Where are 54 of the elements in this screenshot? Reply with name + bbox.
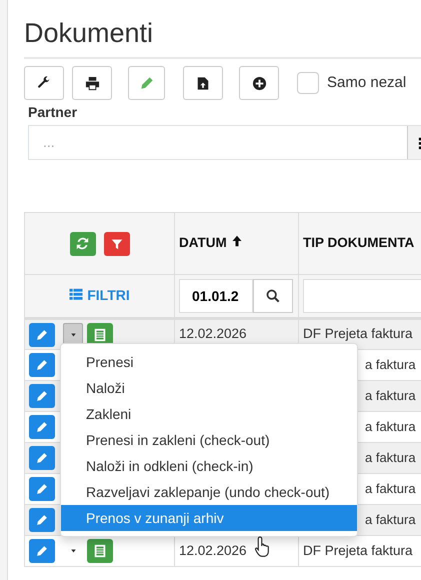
pencil-icon bbox=[36, 514, 48, 526]
file-upload-icon bbox=[196, 76, 210, 91]
funnel-icon bbox=[110, 238, 122, 250]
toolbar-button[interactable] bbox=[24, 66, 64, 100]
search-icon bbox=[266, 289, 280, 304]
menu-item[interactable]: Prenos v zunanji arhiv bbox=[61, 505, 357, 531]
pencil-icon bbox=[36, 359, 48, 372]
menu-item[interactable]: Razveljavi zaklepanje (undo check-out) bbox=[61, 479, 357, 505]
edit-button[interactable] bbox=[29, 384, 55, 408]
checkbox-label: Samo nezal bbox=[327, 72, 406, 93]
plus-circle-icon bbox=[252, 76, 266, 91]
column-header[interactable]: DATUM bbox=[174, 212, 298, 275]
pencil-icon bbox=[36, 545, 48, 558]
toolbar-button[interactable] bbox=[239, 66, 279, 100]
pencil-icon bbox=[36, 421, 48, 434]
printer-icon bbox=[84, 76, 100, 91]
edit-button[interactable] bbox=[29, 322, 55, 347]
pencil-icon bbox=[36, 328, 48, 341]
edit-button[interactable] bbox=[29, 477, 55, 502]
checkbox[interactable] bbox=[297, 72, 319, 94]
edit-button[interactable] bbox=[29, 415, 55, 440]
wrench-icon bbox=[37, 76, 51, 90]
caret-icon bbox=[68, 548, 78, 554]
edit-button[interactable] bbox=[29, 539, 55, 564]
caret-icon bbox=[68, 332, 78, 338]
page-title: Dokumenti bbox=[24, 17, 154, 50]
menu-item[interactable]: Prenesi in zakleni (check-out) bbox=[61, 427, 357, 453]
document-icon bbox=[93, 544, 107, 558]
list-icon bbox=[69, 288, 84, 302]
menu-item[interactable]: Zakleni bbox=[61, 401, 357, 427]
date-filter-field[interactable]: 01.01.2 bbox=[179, 279, 253, 314]
menu-item[interactable]: Naloži in odkleni (check-in) bbox=[61, 453, 357, 479]
refresh-button[interactable] bbox=[70, 232, 96, 256]
toolbar-button[interactable] bbox=[72, 66, 112, 100]
pencil-icon bbox=[140, 76, 154, 90]
search-button[interactable] bbox=[253, 279, 293, 314]
toolbar-button[interactable] bbox=[183, 66, 223, 100]
header-label: TIP DOKUMENTA bbox=[303, 235, 414, 250]
header-label: DATUM bbox=[179, 235, 227, 250]
field-label: Partner bbox=[28, 103, 78, 122]
refresh-icon bbox=[76, 237, 89, 250]
edit-button[interactable] bbox=[29, 446, 55, 470]
pencil-icon bbox=[36, 452, 48, 464]
menu-item[interactable]: Naloži bbox=[61, 375, 357, 401]
document-button[interactable] bbox=[87, 539, 113, 564]
filter-button[interactable] bbox=[104, 232, 130, 256]
document-icon bbox=[93, 328, 107, 342]
pencil-icon bbox=[36, 390, 48, 402]
edit-button[interactable] bbox=[29, 353, 55, 378]
edit-button[interactable] bbox=[29, 508, 55, 532]
pencil-icon bbox=[36, 483, 48, 496]
type-filter-field[interactable] bbox=[303, 279, 421, 314]
menu-item[interactable]: Prenesi bbox=[61, 349, 357, 375]
column-header[interactable]: TIP DOKUMENTA bbox=[298, 212, 421, 275]
